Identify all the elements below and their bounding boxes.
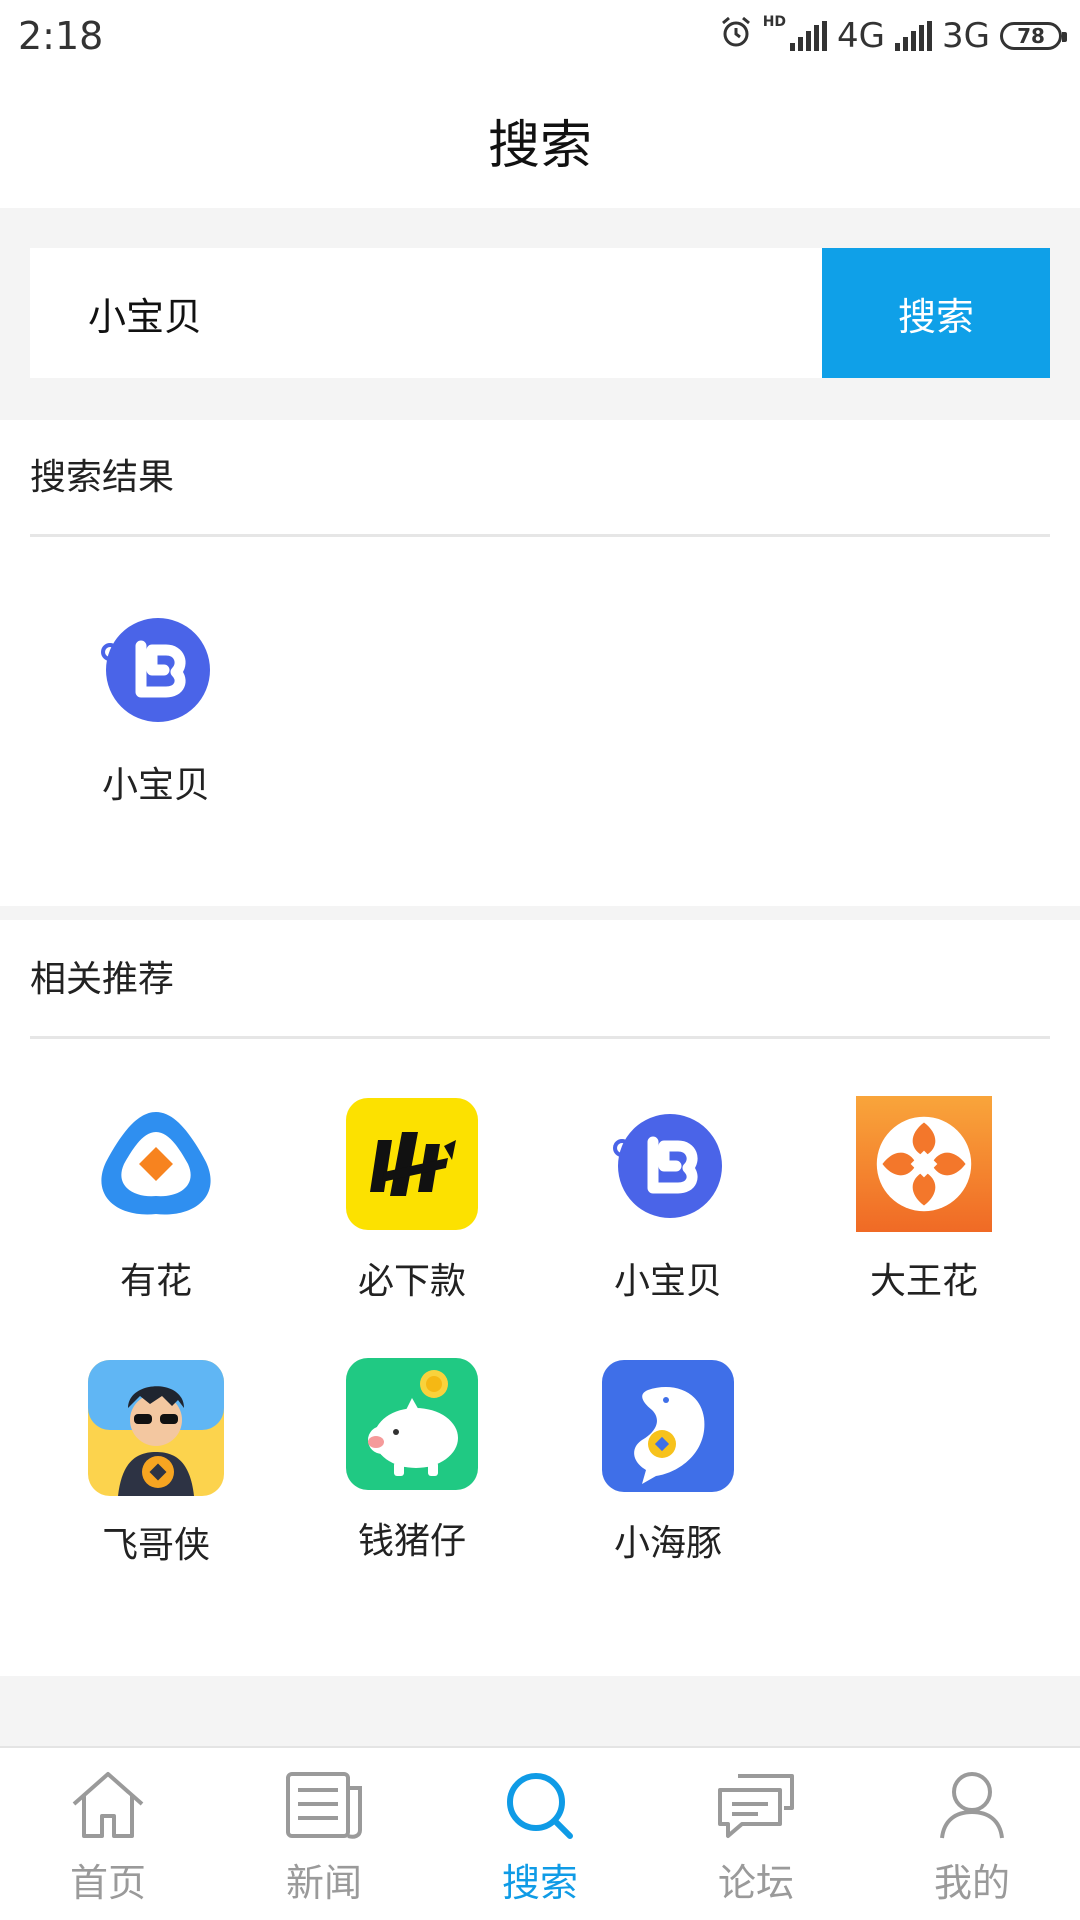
- home-icon: [68, 1768, 148, 1846]
- app-label: 有花: [119, 1261, 192, 1302]
- app-label: 小宝贝: [101, 765, 210, 806]
- status-bar: 2:18 HD 4G 3G 78: [0, 0, 1080, 72]
- tab-forum[interactable]: 论坛: [648, 1748, 864, 1920]
- xiaohaitun-icon: [600, 1358, 736, 1494]
- battery-level: 78: [1017, 24, 1045, 48]
- xiaobaobei-icon: [88, 600, 224, 736]
- dawanghua-icon: [856, 1096, 992, 1232]
- tab-news[interactable]: 新闻: [216, 1748, 432, 1920]
- search-results-section: 搜索结果 小宝贝: [0, 420, 1080, 906]
- app-label: 大王花: [869, 1261, 978, 1302]
- divider: [30, 1036, 1050, 1039]
- result-app-item[interactable]: 小宝贝: [56, 600, 256, 808]
- bottom-tab-bar: 首页 新闻 搜索 论坛 我的: [0, 1746, 1080, 1920]
- news-icon: [282, 1768, 366, 1846]
- search-input[interactable]: [30, 248, 822, 378]
- recommend-section: 相关推荐 有花 必下款 小宝贝 大王花 飞哥侠 钱猪仔 小海豚: [0, 920, 1080, 1676]
- tab-label: 论坛: [717, 1861, 794, 1905]
- recommend-app-item[interactable]: 小宝贝: [568, 1096, 768, 1304]
- tab-label: 新闻: [285, 1861, 362, 1905]
- tab-label: 首页: [69, 1861, 146, 1905]
- xiaobaobei-icon: [600, 1096, 736, 1232]
- title-bar: 搜索: [0, 72, 1080, 208]
- network-type-2: 3G: [942, 16, 990, 56]
- forum-icon: [714, 1768, 798, 1846]
- youhua-icon: [88, 1096, 224, 1232]
- app-label: 钱猪仔: [357, 1521, 466, 1562]
- signal-icon-2: [895, 21, 933, 51]
- bottom-spacer: [0, 1676, 1080, 1746]
- alarm-icon: [719, 15, 753, 58]
- status-time: 2:18: [18, 14, 104, 58]
- search-icon: [500, 1768, 580, 1846]
- feigexia-icon: [88, 1360, 224, 1496]
- status-icons: HD 4G 3G 78: [719, 14, 1067, 58]
- tab-label: 我的: [933, 1861, 1010, 1905]
- search-button[interactable]: 搜索: [822, 248, 1050, 378]
- recommend-app-item[interactable]: 小海豚: [568, 1358, 768, 1566]
- page-title: 搜索: [487, 115, 592, 176]
- app-label: 必下款: [357, 1261, 466, 1302]
- recommend-app-item[interactable]: 有花: [56, 1096, 256, 1304]
- tab-home[interactable]: 首页: [0, 1748, 216, 1920]
- profile-icon: [932, 1768, 1012, 1846]
- qianzhuzai-icon: [344, 1356, 480, 1492]
- recommend-app-item[interactable]: 钱猪仔: [312, 1356, 512, 1564]
- section-separator: [0, 906, 1080, 920]
- recommend-app-item[interactable]: 飞哥侠: [56, 1360, 256, 1568]
- bixiakuan-icon: [344, 1096, 480, 1232]
- network-type-1: 4G: [837, 16, 886, 56]
- tab-label: 搜索: [501, 1861, 578, 1905]
- hd-icon: HD: [762, 14, 787, 30]
- battery-icon: 78: [1000, 22, 1067, 50]
- divider: [30, 534, 1050, 537]
- tab-profile[interactable]: 我的: [864, 1748, 1080, 1920]
- app-label: 小宝贝: [613, 1261, 722, 1302]
- section-title-results: 搜索结果: [30, 457, 175, 498]
- tab-search[interactable]: 搜索: [432, 1748, 648, 1920]
- section-title-recommend: 相关推荐: [30, 959, 175, 1000]
- signal-icon-1: [790, 21, 828, 51]
- recommend-app-item[interactable]: 必下款: [312, 1096, 512, 1304]
- app-label: 小海豚: [613, 1523, 722, 1564]
- search-section: 搜索: [0, 208, 1080, 420]
- app-label: 飞哥侠: [101, 1525, 210, 1566]
- recommend-app-item[interactable]: 大王花: [824, 1096, 1024, 1304]
